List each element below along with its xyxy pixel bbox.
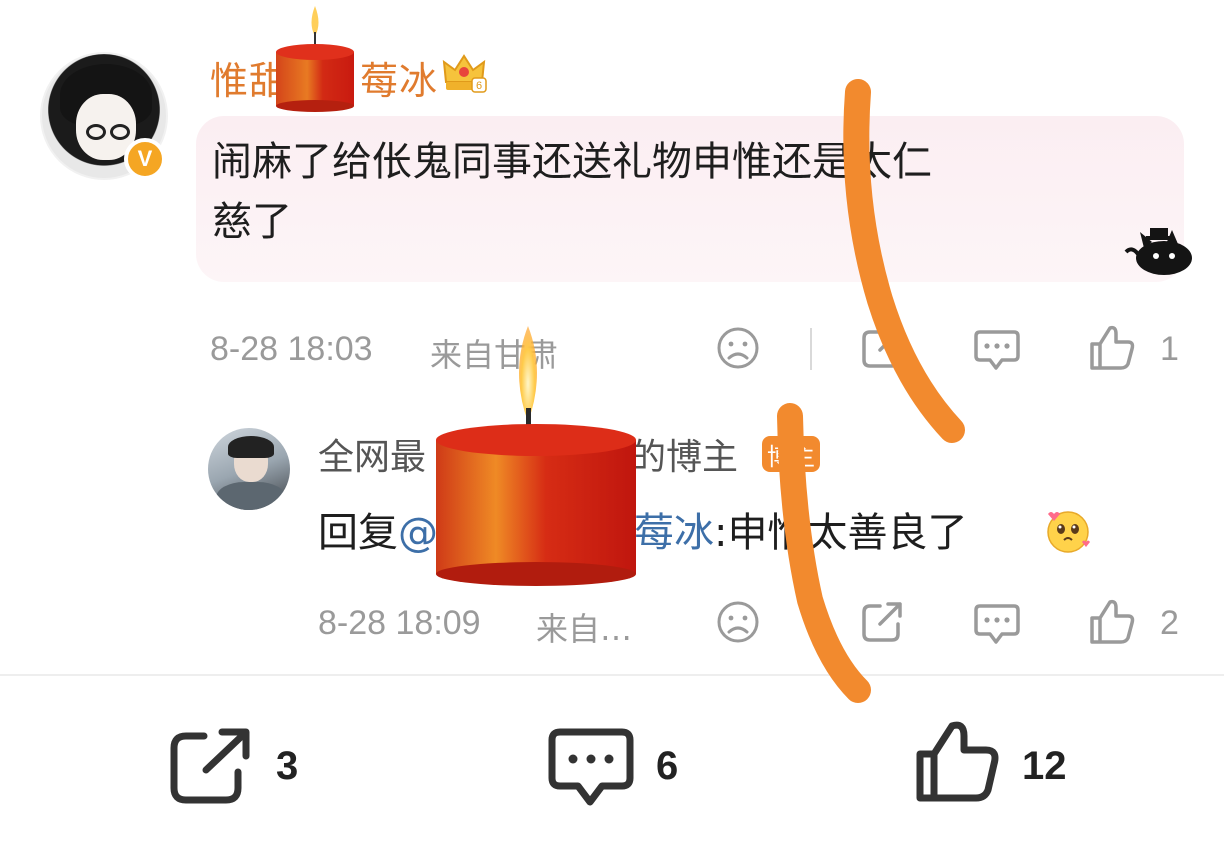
section-divider	[0, 674, 1224, 676]
share-icon[interactable]	[168, 726, 254, 806]
blogger-badge: 博主	[762, 436, 820, 472]
dislike-icon[interactable]	[714, 598, 762, 646]
comment-icon[interactable]	[972, 598, 1022, 648]
reply-username-head: 全网最	[318, 437, 427, 478]
like-icon[interactable]	[1086, 322, 1138, 374]
svg-text:6: 6	[476, 80, 482, 92]
reply-avatar[interactable]	[208, 428, 290, 510]
reply-prefix: 回复	[318, 510, 398, 556]
reply-date: 8-28 18:09	[318, 604, 481, 642]
dislike-icon[interactable]	[714, 324, 762, 372]
candle-icon	[276, 6, 354, 112]
emoji-icon	[1047, 511, 1090, 553]
reply-username-tail: 的博主	[630, 437, 739, 478]
reply-text[interactable]: 回复@ 莓冰:申惟太善良了	[318, 500, 967, 558]
share-count: 3	[276, 744, 299, 788]
comment-icon[interactable]	[546, 726, 636, 810]
candle-icon	[436, 326, 636, 586]
comment-date: 8-28 18:03	[210, 330, 373, 368]
crown-icon: 6	[442, 54, 487, 93]
comment-count: 6	[656, 744, 679, 788]
comment-text-line2: 慈了	[212, 199, 292, 245]
reply-location: 来自…	[536, 610, 633, 648]
username-tail: 莓冰	[360, 59, 439, 103]
reply-like-count: 2	[1160, 604, 1179, 642]
divider	[810, 328, 812, 370]
verified-icon: V	[124, 138, 166, 180]
cat-sticker-icon	[1124, 228, 1192, 275]
share-icon[interactable]	[858, 598, 906, 646]
like-icon[interactable]	[1086, 596, 1138, 648]
comment-icon[interactable]	[972, 324, 1022, 374]
like-icon[interactable]	[912, 718, 1002, 804]
like-count: 1	[1160, 330, 1179, 368]
comment-text[interactable]: 闹麻了给伥鬼同事还送礼物申惟还是太仁 慈了	[212, 132, 1142, 252]
share-icon[interactable]	[858, 324, 906, 372]
comment-text-line1: 闹麻了给伥鬼同事还送礼物申惟还是太仁	[212, 139, 932, 185]
like-count-total: 12	[1022, 744, 1067, 788]
reply-body: :申惟太善良了	[714, 510, 968, 556]
